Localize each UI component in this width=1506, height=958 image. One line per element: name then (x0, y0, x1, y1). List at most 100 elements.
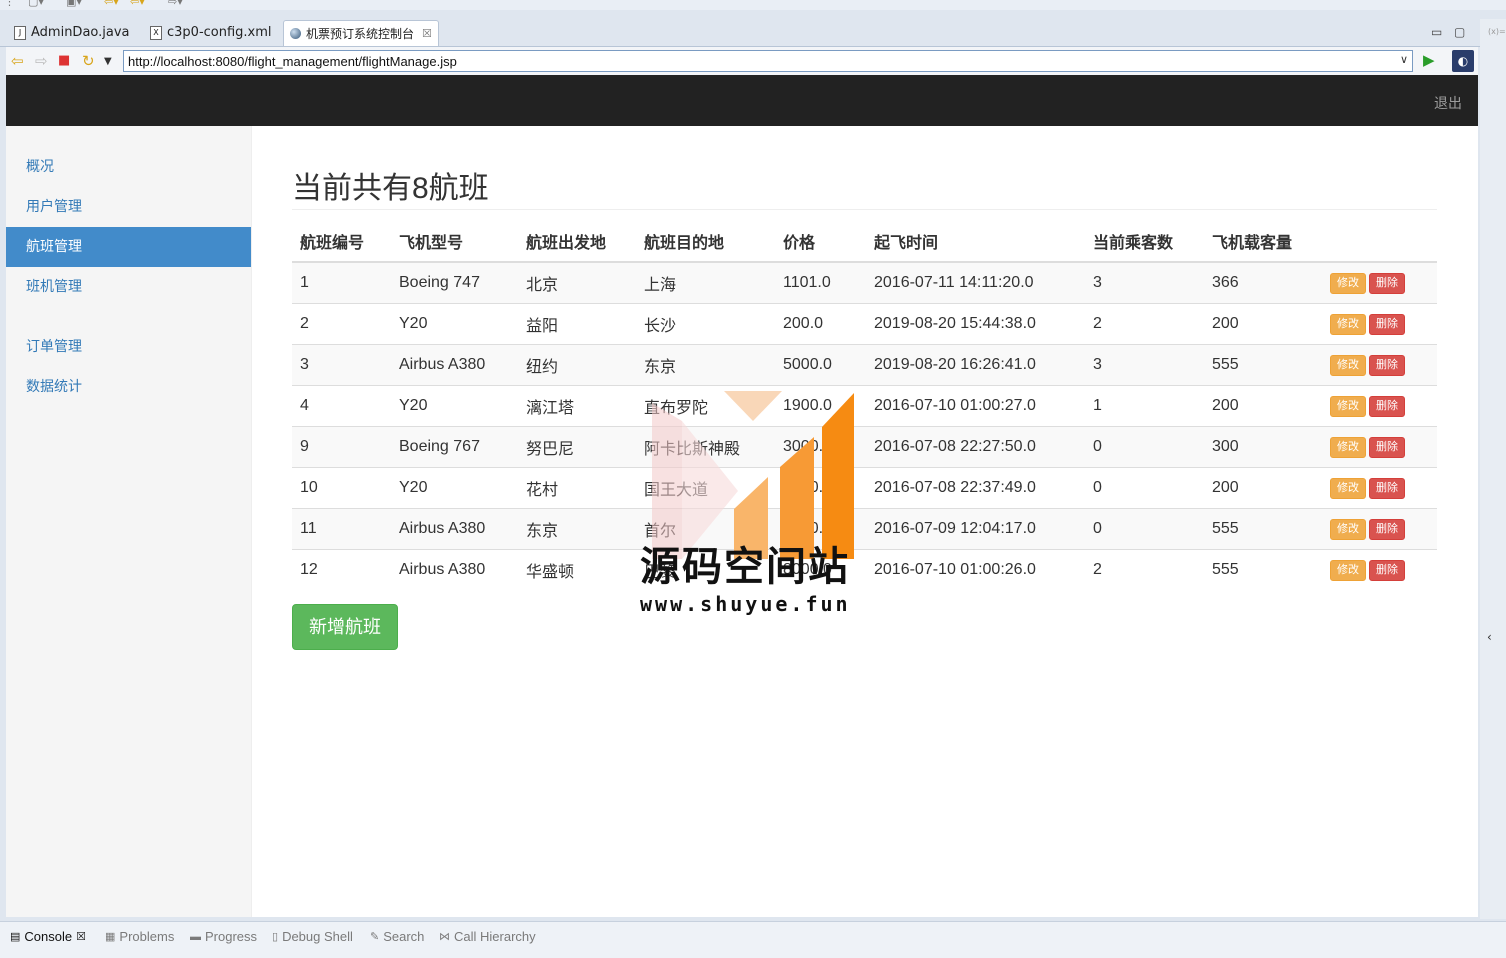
minimize-icon[interactable]: ▭ (1431, 25, 1442, 39)
table-cell: 200 (1204, 467, 1322, 509)
table-cell: 花村 (518, 467, 636, 509)
next-icon[interactable]: ⇨▾ (168, 0, 183, 8)
row-actions: 修改 删除 (1322, 344, 1437, 386)
sidebar: 概况 用户管理 航班管理 班机管理 订单管理 数据统计 (6, 126, 252, 917)
table-row: 3 Airbus A380 纽约 东京 5000.0 2019-08-20 16:26:4… (292, 344, 1437, 386)
table-cell: 200 (1204, 385, 1322, 427)
table-cell: 2019-08-20 15:44:38.0 (866, 303, 1085, 345)
tab-admindao[interactable]: J AdminDao.java (8, 21, 136, 45)
table-cell: 9 (292, 426, 391, 468)
save-icon[interactable]: ▢▾ (28, 0, 44, 8)
edit-button[interactable]: 修改 (1330, 518, 1366, 540)
history-icon[interactable]: ▣▾ (66, 0, 82, 8)
edit-button[interactable]: 修改 (1330, 272, 1366, 294)
refresh-icon[interactable]: ↻ (82, 52, 95, 70)
column-header: 起飞时间 (866, 221, 1085, 263)
tab-label: Call Hierarchy (454, 929, 536, 944)
edit-button[interactable]: 修改 (1330, 436, 1366, 458)
table-cell: 1 (1085, 385, 1204, 427)
browser-extension-icon[interactable]: ◐ (1452, 50, 1474, 72)
table-cell: 1101.0 (775, 261, 866, 304)
row-actions: 修改 删除 (1322, 467, 1437, 509)
tab-c3p0-config[interactable]: X c3p0-config.xml (144, 21, 278, 45)
logout-link[interactable]: 退出 (1434, 93, 1462, 113)
search-icon: ✎ (370, 931, 380, 943)
debug-shell-icon: ▯ (272, 931, 279, 943)
table-cell: 阿卡比斯神殿 (636, 426, 775, 468)
tab-progress[interactable]: ▬ Progress (190, 929, 257, 944)
add-flight-button[interactable]: 新增航班 (292, 604, 398, 650)
delete-button[interactable]: 删除 (1369, 272, 1405, 294)
table-cell: 北京 (518, 261, 636, 304)
tab-problems[interactable]: ▦ Problems (105, 929, 174, 944)
table-cell: Airbus A380 (391, 549, 518, 590)
sidebar-item-overview[interactable]: 概况 (6, 147, 251, 187)
table-header-row: 航班编号 飞机型号 航班出发地 航班目的地 价格 起飞时间 当前乘客数 飞机载客… (292, 221, 1437, 263)
delete-button[interactable]: 删除 (1369, 313, 1405, 335)
tab-call-hierarchy[interactable]: ⋈ Call Hierarchy (439, 929, 536, 944)
sidebar-item-orders[interactable]: 订单管理 (6, 327, 251, 367)
edit-button[interactable]: 修改 (1330, 354, 1366, 376)
go-icon[interactable]: ▶ (1423, 51, 1435, 69)
ide-toolbar: ⋮ ▢▾ ▣▾ ⇦▾ ⇦▾ ⇨▾ (0, 0, 1506, 10)
table-cell: 努巴尼 (518, 426, 636, 468)
tab-debug-shell[interactable]: ▯ Debug Shell (272, 929, 353, 944)
table-cell: 5000.0 (775, 344, 866, 386)
tab-label: AdminDao.java (31, 25, 130, 40)
table-cell: 1 (292, 261, 391, 304)
delete-button[interactable]: 删除 (1369, 477, 1405, 499)
close-icon[interactable]: ☒ (422, 22, 432, 46)
table-cell: Airbus A380 (391, 508, 518, 550)
tab-console[interactable]: ▤ Console ☒ (10, 929, 86, 944)
column-header: 飞机型号 (391, 221, 518, 263)
call-hierarchy-icon: ⋈ (439, 931, 450, 943)
tab-console-page[interactable]: 机票预订系统控制台 ☒ (283, 20, 439, 46)
close-icon[interactable]: ☒ (76, 930, 86, 943)
variables-view-label[interactable]: (x)= (1488, 27, 1506, 36)
table-row: 1 Boeing 747 北京 上海 1101.0 2016-07-11 14:11:20… (292, 261, 1437, 304)
url-dropdown-icon[interactable]: ∨ (1400, 53, 1408, 66)
table-cell: 华盛顿 (518, 549, 636, 590)
row-actions: 修改 删除 (1322, 549, 1437, 590)
sidebar-item-statistics[interactable]: 数据统计 (6, 367, 251, 407)
page-title: 当前共有8航班 (292, 172, 489, 205)
sidebar-item-users[interactable]: 用户管理 (6, 187, 251, 227)
tab-search[interactable]: ✎ Search (370, 929, 424, 944)
sidebar-item-aircraft[interactable]: 班机管理 (6, 267, 251, 307)
table-cell: 300 (1204, 426, 1322, 468)
tab-label: 机票预订系统控制台 (306, 26, 415, 41)
forward-nav-icon[interactable]: ⇦▾ (130, 0, 145, 8)
edit-button[interactable]: 修改 (1330, 559, 1366, 581)
table-cell: 12 (292, 549, 391, 590)
table-cell: 0 (1085, 508, 1204, 550)
back-nav-icon[interactable]: ⇦▾ (104, 0, 119, 8)
delete-button[interactable]: 删除 (1369, 559, 1405, 581)
stop-icon[interactable]: ■ (58, 53, 70, 68)
table-cell: 2016-07-10 01:00:26.0 (866, 549, 1085, 590)
delete-button[interactable]: 删除 (1369, 354, 1405, 376)
column-header: 飞机载客量 (1204, 221, 1322, 263)
delete-button[interactable]: 删除 (1369, 395, 1405, 417)
edit-button[interactable]: 修改 (1330, 313, 1366, 335)
progress-icon: ▬ (190, 930, 201, 943)
chevron-down-icon[interactable]: ▼ (104, 56, 112, 67)
delete-button[interactable]: 删除 (1369, 436, 1405, 458)
toolbar-icon[interactable]: ⋮ (4, 0, 15, 8)
url-field[interactable] (123, 50, 1413, 72)
tab-label: c3p0-config.xml (167, 25, 272, 40)
delete-button[interactable]: 删除 (1369, 518, 1405, 540)
tab-label: Search (383, 929, 425, 944)
table-cell: 0 (1085, 467, 1204, 509)
back-icon[interactable]: ⇦ (11, 52, 24, 70)
edit-button[interactable]: 修改 (1330, 477, 1366, 499)
table-cell: 4 (292, 385, 391, 427)
forward-icon[interactable]: ⇨ (35, 52, 48, 70)
edit-button[interactable]: 修改 (1330, 395, 1366, 417)
sidebar-item-flights[interactable]: 航班管理 (6, 227, 251, 267)
tab-label: Progress (205, 929, 258, 944)
maximize-icon[interactable]: ▢ (1454, 25, 1465, 39)
table-cell: 漓江塔 (518, 385, 636, 427)
table-row: 2 Y20 益阳 长沙 200.0 2019-08-20 15:44:38.0 2 200 修改… (292, 303, 1437, 345)
chevron-left-icon[interactable]: ‹ (1487, 630, 1492, 644)
table-cell: 11 (292, 508, 391, 550)
